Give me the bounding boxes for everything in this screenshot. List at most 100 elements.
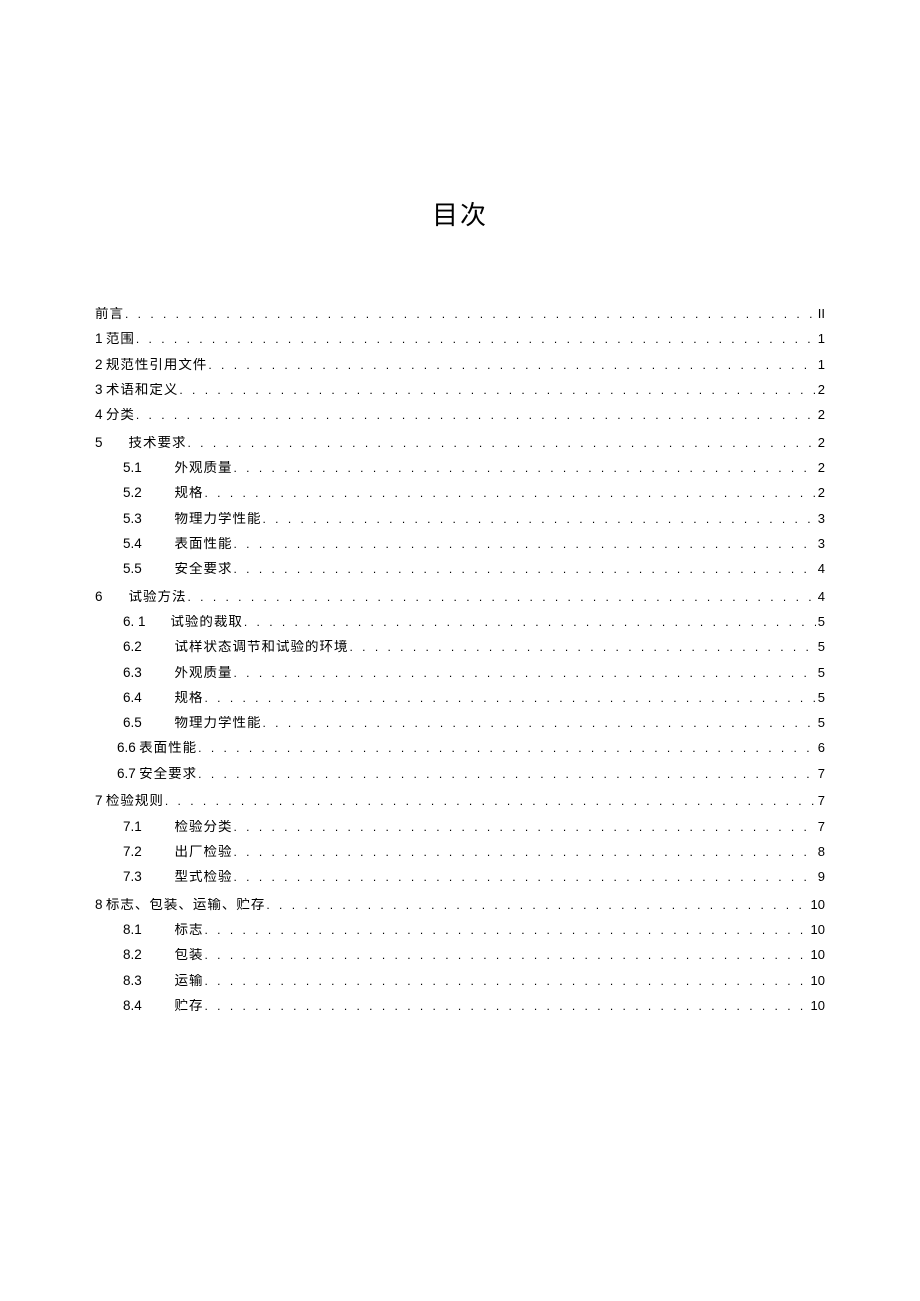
toc-text: 试验方法 bbox=[129, 590, 187, 604]
toc-number: 6 bbox=[95, 590, 115, 604]
toc-page-number: 2 bbox=[818, 436, 825, 449]
toc-number: 7.2 bbox=[123, 845, 161, 859]
toc-number: 7.3 bbox=[123, 870, 161, 884]
toc-label: 6. 1 试验的裁取 bbox=[123, 615, 243, 629]
toc-text: 技术要求 bbox=[129, 436, 187, 450]
toc-text: 规范性引用文件 bbox=[106, 358, 208, 372]
toc-number: 5.2 bbox=[123, 486, 161, 500]
toc-label: 7 检验规则 bbox=[95, 794, 164, 808]
toc-number: 6.6 bbox=[117, 741, 136, 755]
toc-leader-dots bbox=[205, 1000, 809, 1012]
toc-page-number: 7 bbox=[818, 794, 825, 807]
toc-text: 标志、包装、运输、贮存 bbox=[106, 898, 266, 912]
toc-page-number: 7 bbox=[818, 767, 825, 780]
toc-number: 2 bbox=[95, 358, 103, 372]
toc-text: 外观质量 bbox=[175, 666, 233, 680]
toc-leader-dots bbox=[205, 949, 809, 961]
toc-page-number: 4 bbox=[818, 562, 825, 575]
toc-page-number: 2 bbox=[818, 383, 825, 396]
toc-number: 5.5 bbox=[123, 562, 161, 576]
toc-page-number: 5 bbox=[818, 716, 825, 729]
toc-entry: 8.3 运输 10 bbox=[95, 974, 825, 988]
toc-entry: 5.3 物理力学性能 3 bbox=[95, 512, 825, 526]
toc-label: 6.6 表面性能 bbox=[117, 741, 197, 755]
toc-page-number: 2 bbox=[818, 408, 825, 421]
toc-page-number: 5 bbox=[818, 691, 825, 704]
toc-entry: 7.2 出厂检验 8 bbox=[95, 845, 825, 859]
toc-leader-dots bbox=[350, 641, 816, 653]
toc-entry: 5.2 规格 2 bbox=[95, 486, 825, 500]
toc-leader-dots bbox=[234, 821, 816, 833]
toc-entry: 7.3 型式检验 9 bbox=[95, 870, 825, 884]
toc-number: 8.4 bbox=[123, 999, 161, 1013]
toc-entry: 5.4 表面性能 3 bbox=[95, 537, 825, 551]
toc-label: 8.2 包装 bbox=[123, 948, 204, 962]
toc-entry: 3 术语和定义 2 bbox=[95, 383, 825, 397]
toc-label: 1 范围 bbox=[95, 332, 135, 346]
toc-entry: 5 技术要求 2 bbox=[95, 436, 825, 450]
toc-text: 表面性能 bbox=[175, 537, 233, 551]
toc-text: 表面性能 bbox=[139, 741, 197, 755]
toc-text: 范围 bbox=[106, 332, 135, 346]
toc-label: 前言 bbox=[95, 307, 124, 321]
toc-label: 6.7 安全要求 bbox=[117, 767, 197, 781]
toc-number: 8.2 bbox=[123, 948, 161, 962]
toc-label: 6.3 外观质量 bbox=[123, 666, 233, 680]
toc-leader-dots bbox=[266, 899, 808, 911]
toc-number: 6.4 bbox=[123, 691, 161, 705]
toc-leader-dots bbox=[188, 437, 816, 449]
toc-entry: 1 范围 1 bbox=[95, 332, 825, 346]
toc-entry: 6.5 物理力学性能 5 bbox=[95, 716, 825, 730]
toc-leader-dots bbox=[234, 667, 816, 679]
toc-text: 外观质量 bbox=[175, 461, 233, 475]
toc-leader-dots bbox=[179, 384, 815, 396]
toc-number: 4 bbox=[95, 408, 103, 422]
toc-number: 3 bbox=[95, 383, 103, 397]
toc-entry: 5.5 安全要求 4 bbox=[95, 562, 825, 576]
toc-number: 5.4 bbox=[123, 537, 161, 551]
toc-text: 贮存 bbox=[175, 999, 204, 1013]
page-title: 目次 bbox=[95, 195, 825, 232]
toc-leader-dots bbox=[198, 742, 816, 754]
toc-number: 7 bbox=[95, 794, 103, 808]
toc-page-number: 5 bbox=[818, 615, 825, 628]
toc-leader-dots bbox=[208, 359, 815, 371]
toc-label: 8.1 标志 bbox=[123, 923, 204, 937]
toc-text: 分类 bbox=[106, 408, 135, 422]
toc-label: 5.1 外观质量 bbox=[123, 461, 233, 475]
toc-text: 运输 bbox=[175, 974, 204, 988]
toc-entry: 8.1 标志 10 bbox=[95, 923, 825, 937]
toc-page-number: 3 bbox=[818, 512, 825, 525]
toc-entry: 6.3 外观质量 5 bbox=[95, 666, 825, 680]
toc-leader-dots bbox=[125, 308, 816, 320]
toc-page-number: 7 bbox=[818, 820, 825, 833]
toc-page-number: 9 bbox=[818, 870, 825, 883]
toc-label: 2 规范性引用文件 bbox=[95, 358, 207, 372]
toc-number: 8.1 bbox=[123, 923, 161, 937]
toc-entry: 7 检验规则 7 bbox=[95, 794, 825, 808]
toc-number: 6.5 bbox=[123, 716, 161, 730]
toc-page-number: II bbox=[818, 307, 825, 320]
toc-label: 8 标志、包装、运输、贮存 bbox=[95, 898, 265, 912]
toc-label: 5.3 物理力学性能 bbox=[123, 512, 262, 526]
toc-entry: 6 试验方法 4 bbox=[95, 590, 825, 604]
toc-text: 物理力学性能 bbox=[175, 512, 262, 526]
toc-text: 试样状态调节和试验的环境 bbox=[175, 640, 349, 654]
toc-page-number: 10 bbox=[811, 923, 825, 936]
toc-leader-dots bbox=[205, 692, 816, 704]
toc-label: 6.5 物理力学性能 bbox=[123, 716, 262, 730]
toc-entry: 6.2 试样状态调节和试验的环境 5 bbox=[95, 640, 825, 654]
toc-page-number: 3 bbox=[818, 537, 825, 550]
toc-text: 检验分类 bbox=[175, 820, 233, 834]
toc-label: 5.2 规格 bbox=[123, 486, 204, 500]
toc-text: 前言 bbox=[95, 307, 124, 321]
toc-leader-dots bbox=[263, 513, 816, 525]
toc-text: 检验规则 bbox=[106, 794, 164, 808]
toc-leader-dots bbox=[234, 871, 816, 883]
toc-text: 出厂检验 bbox=[175, 845, 233, 859]
toc-leader-dots bbox=[188, 591, 816, 603]
toc-leader-dots bbox=[136, 333, 816, 345]
toc-page-number: 4 bbox=[818, 590, 825, 603]
toc-number: 5.1 bbox=[123, 461, 161, 475]
toc-page-number: 8 bbox=[818, 845, 825, 858]
